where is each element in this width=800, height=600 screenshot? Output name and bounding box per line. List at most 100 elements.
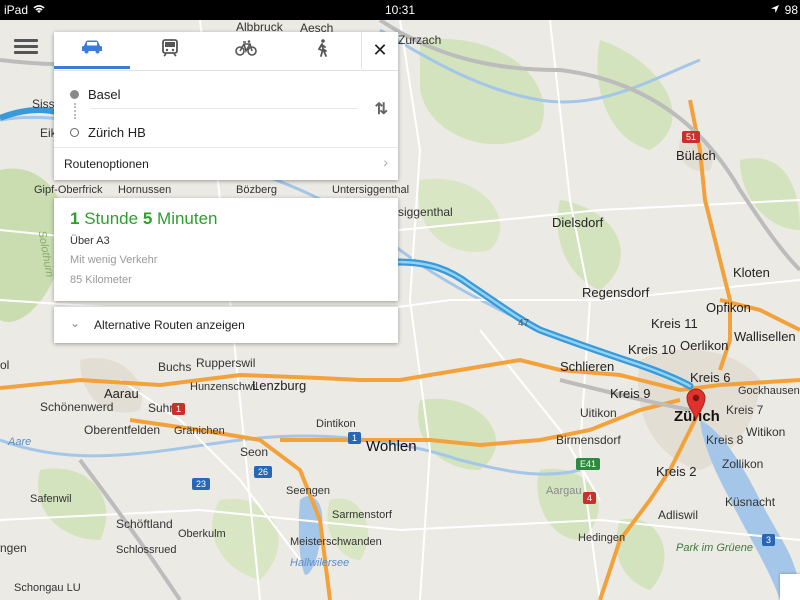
- map-label-hallwilersee: Hallwilersee: [290, 557, 350, 569]
- map-label-oberkulm: Oberkulm: [178, 528, 226, 540]
- map-label-ngen: ngen: [0, 541, 27, 555]
- map-label-dintikon: Dintikon: [316, 418, 356, 430]
- duration-hours-unit: Stunde: [84, 209, 139, 228]
- map-label-siggenthal: siggenthal: [398, 205, 453, 219]
- map-label-safenwil: Safenwil: [30, 493, 72, 505]
- map-label-aare: Aare: [8, 436, 32, 448]
- road-shield-4: 4: [583, 492, 597, 504]
- destination-location: Zürich HB: [88, 125, 146, 140]
- map-label-seengen: Seengen: [286, 485, 331, 497]
- close-button[interactable]: ✕: [361, 32, 398, 69]
- map-label-hedingen: Hedingen: [578, 532, 626, 544]
- map-label-kreis6: Kreis 6: [690, 370, 731, 385]
- tab-drive[interactable]: [54, 32, 130, 69]
- map-label-kreis2: Kreis 2: [656, 464, 697, 479]
- map-label-kloten: Kloten: [733, 265, 770, 280]
- map-label-bulach: Bülach: [676, 148, 716, 163]
- map-label-kreis9: Kreis 9: [610, 386, 651, 401]
- route-distance: 85 Kilometer: [70, 274, 132, 286]
- road-label-47: 47: [518, 318, 530, 329]
- duration-minutes-value: 5: [142, 209, 153, 228]
- swap-directions-icon[interactable]: ⇅: [375, 99, 388, 119]
- map-label-seon: Seon: [240, 445, 269, 459]
- map-label-schonenwerd: Schönenwerd: [40, 400, 114, 414]
- map-label-birmensdorf: Birmensdorf: [556, 433, 621, 447]
- map-label-granichen: Gränichen: [174, 425, 225, 437]
- map-label-kreis7: Kreis 7: [726, 403, 764, 417]
- road-shield-3: 3: [762, 534, 776, 546]
- traffic-status: Mit wenig Verkehr: [70, 254, 158, 266]
- map-label-regensdorf: Regensdorf: [582, 285, 650, 300]
- road-shield-1-suhr: 1: [172, 403, 186, 415]
- map-label-schongau: Schongau LU: [14, 582, 81, 594]
- start-location: Basel: [88, 87, 121, 102]
- map-label-uitikon: Uitikon: [580, 406, 617, 420]
- map-label-wohlen: Wohlen: [366, 438, 417, 455]
- road-shield-1-wohlen: 1: [348, 432, 362, 444]
- map-label-oberentfelden: Oberentfelden: [84, 423, 161, 437]
- location-arrow-icon: [770, 3, 780, 17]
- map-label-kreis10: Kreis 10: [628, 342, 676, 357]
- directions-panel: ✕ Basel Zürich HB ⇅ Routenoptionen ›: [54, 32, 398, 180]
- route-options-label: Routenoptionen: [64, 157, 149, 171]
- road-shield-51: 51: [682, 131, 701, 143]
- road-shield-23: 23: [192, 478, 211, 490]
- map-label-park: Park im Grüene: [676, 542, 754, 554]
- menu-icon[interactable]: [14, 36, 38, 60]
- travel-mode-tabs: ✕: [54, 32, 398, 71]
- map-label-meisterschwanden: Meisterschwanden: [290, 536, 382, 548]
- map-label-zurzach: Zurzach: [398, 33, 442, 47]
- close-icon: ✕: [372, 40, 388, 60]
- map-label-suhr: Suhr: [148, 401, 174, 415]
- route-duration: 1 Stunde 5 Minuten: [70, 209, 218, 229]
- map-label-wallisellen: Wallisellen: [734, 329, 796, 344]
- map-label-kusnacht: Küsnacht: [725, 495, 776, 509]
- alternative-routes-label: Alternative Routen anzeigen: [94, 318, 245, 332]
- chevron-down-icon: ⌄: [70, 316, 81, 330]
- map-label-schlieren: Schlieren: [560, 359, 615, 374]
- battery-level: 98: [784, 3, 798, 17]
- route-result-card[interactable]: 1 Stunde 5 Minuten Über A3 Mit wenig Ver…: [54, 198, 398, 301]
- start-marker-icon: [70, 90, 79, 99]
- map-label-buchs: Buchs: [158, 360, 192, 374]
- map-label-gockhausen: Gockhausen: [738, 385, 800, 397]
- map-label-zollikon: Zollikon: [722, 457, 764, 471]
- route-via: Über A3: [70, 235, 110, 247]
- map-label-bozberg: Bözberg: [236, 184, 277, 196]
- endpoint-divider: [90, 108, 358, 109]
- walk-icon: [315, 39, 329, 62]
- map-label-sarmenstorf: Sarmenstorf: [332, 509, 392, 521]
- route-options-row[interactable]: Routenoptionen ›: [54, 148, 398, 180]
- map-label-untersigg: Untersiggenthal: [332, 184, 410, 196]
- car-icon: [81, 40, 103, 59]
- map-label-aargau: Aargau: [546, 485, 582, 497]
- map-label-schoftland: Schöftland: [116, 517, 173, 531]
- train-icon: [162, 39, 178, 62]
- map-label-hunzenschwil: Hunzenschwil: [190, 381, 258, 393]
- clock: 10:31: [384, 3, 416, 17]
- bicycle-icon: [235, 40, 257, 61]
- map-label-lenzburg: Lenzburg: [252, 378, 307, 393]
- destination-marker-icon: [70, 128, 79, 137]
- map-label-aarau: Aarau: [104, 386, 139, 401]
- map-label-hornussen: Hornussen: [118, 184, 172, 196]
- map-label-witikon: Witikon: [746, 425, 786, 439]
- map-label-dielsdorf: Dielsdorf: [552, 215, 604, 230]
- road-shield-26: 26: [254, 466, 273, 478]
- alternative-routes-button[interactable]: ⌄ Alternative Routen anzeigen: [54, 306, 398, 343]
- map-label-opfikon: Opfikon: [706, 300, 751, 315]
- chevron-right-icon: ›: [383, 154, 388, 170]
- map-label-oerlikon: Oerlikon: [680, 338, 729, 353]
- map-label-kreis8: Kreis 8: [706, 433, 744, 447]
- tab-transit[interactable]: [132, 32, 208, 69]
- route-connector: [74, 103, 78, 119]
- map-label-gipf: Gipf-Oberfrick: [34, 184, 103, 196]
- route-endpoints: Basel Zürich HB ⇅: [54, 71, 398, 148]
- map-corner-button[interactable]: [780, 574, 800, 600]
- tab-walk[interactable]: [284, 32, 360, 69]
- map-label-kreis11: Kreis 11: [651, 316, 698, 331]
- map-label-schlossrued: Schlossrued: [116, 544, 177, 556]
- tab-bicycle[interactable]: [208, 32, 284, 69]
- map-label-rupperswil: Rupperswil: [196, 356, 256, 370]
- road-shield-e41: E41: [576, 458, 601, 470]
